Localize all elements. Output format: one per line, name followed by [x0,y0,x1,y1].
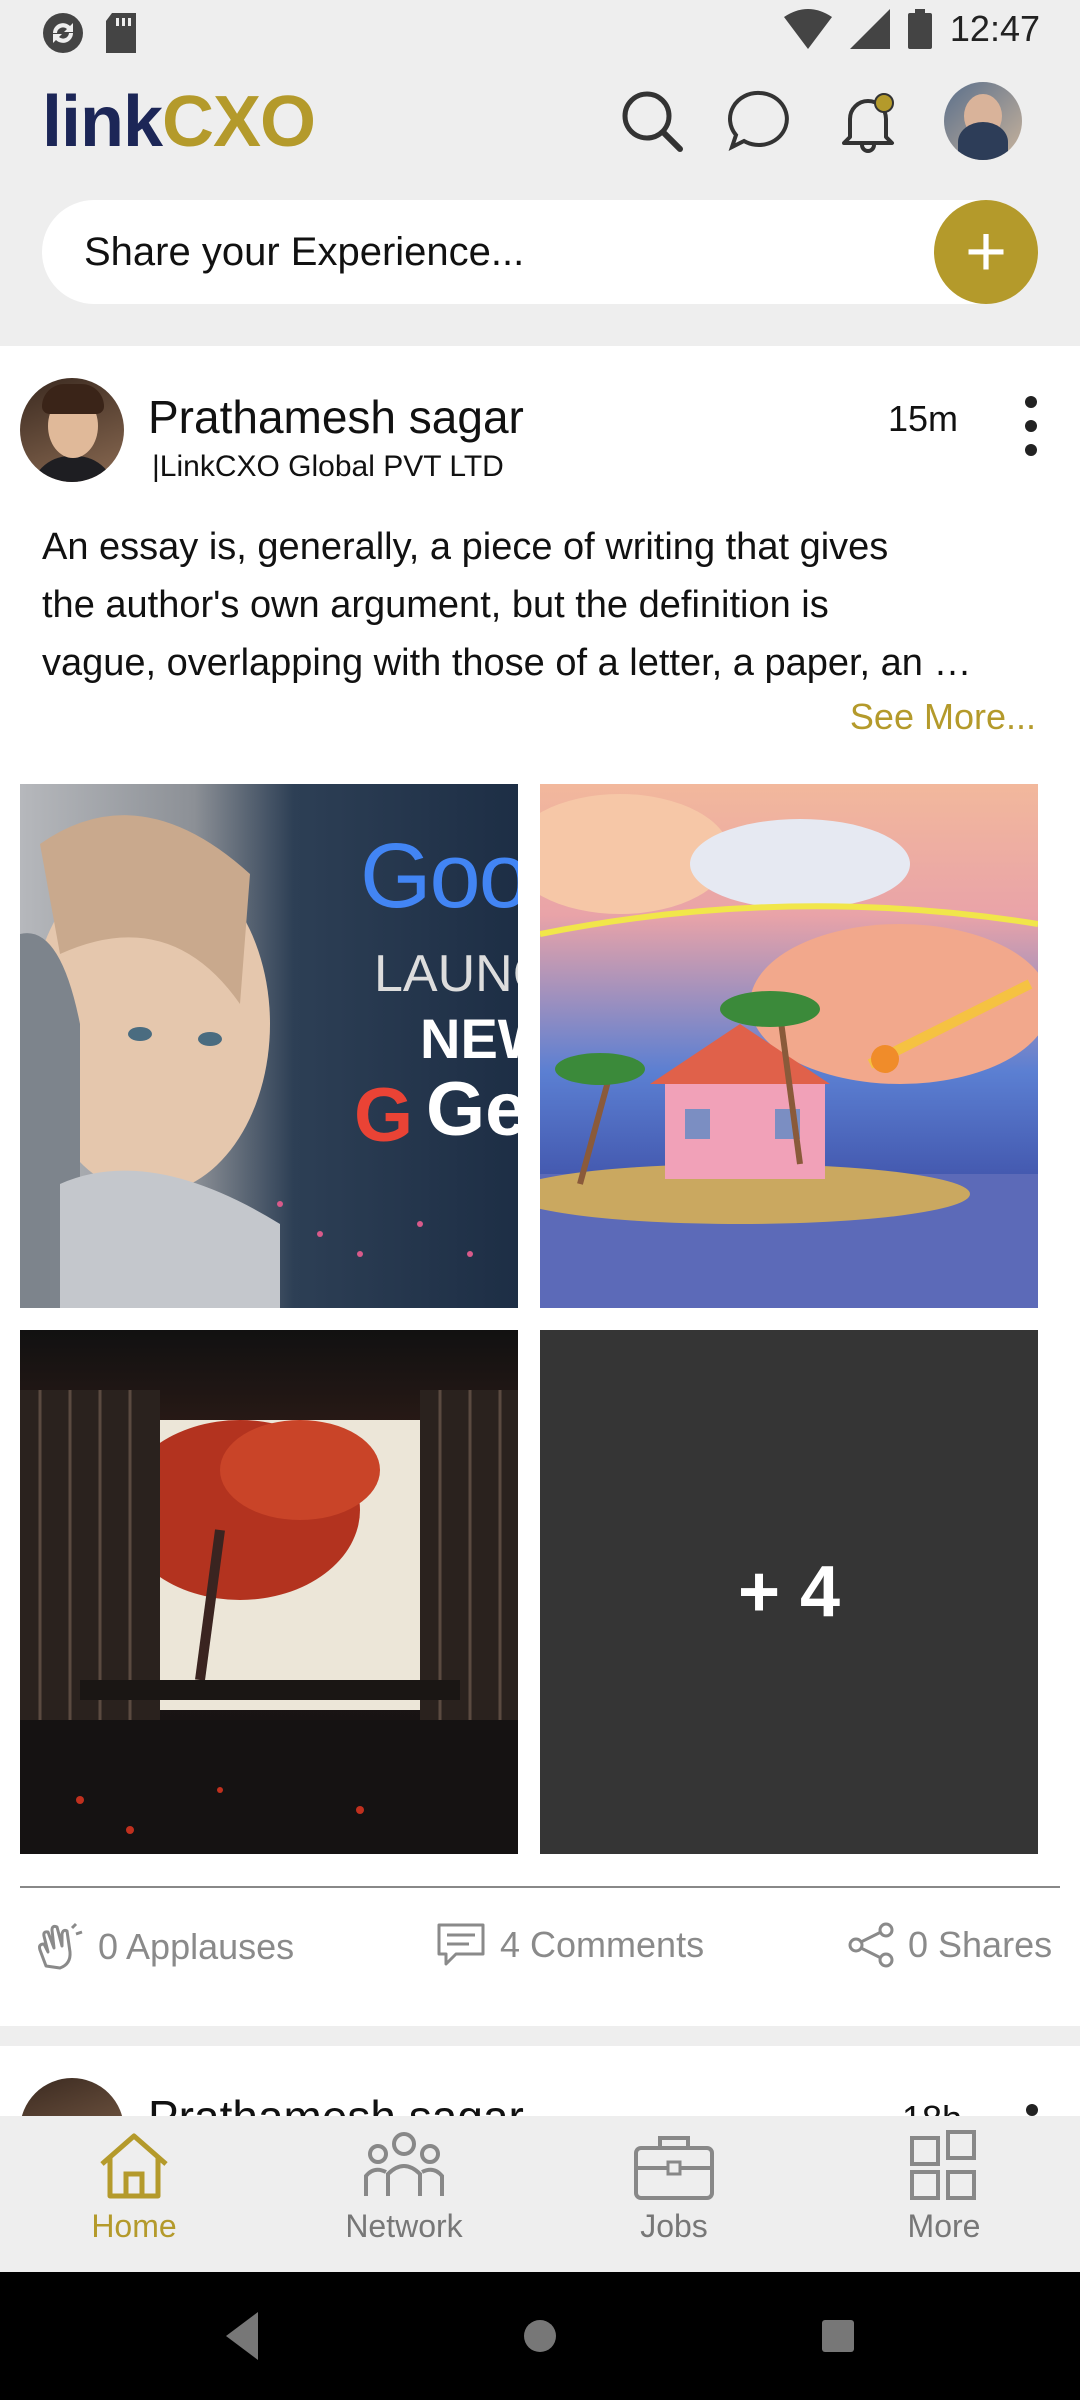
system-navigation-bar [0,2272,1080,2400]
battery-icon [907,9,932,49]
share-experience-input[interactable]: Share your Experience... + [42,200,1038,304]
logo-link-text: link [42,82,163,162]
logo-cxo-text: CXO [162,82,316,162]
briefcase-icon [634,2136,714,2200]
post-body: An essay is, generally, a piece of writi… [42,518,1042,692]
post-image-3[interactable] [20,1330,518,1854]
recents-icon[interactable] [818,2306,858,2366]
home-icon [100,2133,168,2199]
next-post-author[interactable]: Prathamesh sagar [148,2090,524,2116]
sync-icon [43,13,83,53]
share-icon [848,1922,894,1968]
post-image-2[interactable] [540,784,1038,1308]
comments-button[interactable]: 4 Comments [436,1922,704,1968]
status-left [40,10,138,56]
profile-avatar[interactable] [944,82,1022,160]
nav-more-label: More [907,2208,981,2244]
post-body-line: An essay is, generally, a piece of writi… [42,526,889,568]
share-placeholder: Share your Experience... [84,230,525,274]
next-post-card: Prathamesh sagar 18h [0,2046,1080,2116]
header-icons [620,82,1022,160]
image-text-gemini: Ge [426,1067,518,1152]
nav-network[interactable]: Network [304,2130,504,2245]
post-actions: 0 Applauses 4 Comments 0 Shares [0,1906,1080,1986]
post-card: Prathamesh sagar |LinkCXO Global PVT LTD… [0,346,1080,2026]
bottom-navigation: Home Network Jobs More [0,2116,1080,2272]
grid-more-icon [910,2130,976,2200]
next-post-more-icon[interactable] [1026,2104,1038,2116]
app-header: link CXO [0,62,1080,182]
more-images-count: + 4 [737,1552,841,1632]
nav-home-label: Home [91,2208,177,2244]
next-post-avatar[interactable] [20,2078,124,2116]
share-button[interactable]: 0 Shares [848,1922,1052,1968]
status-time: 12:47 [949,8,1040,49]
chat-icon[interactable] [728,89,792,153]
status-right: 12:47 [783,8,1040,50]
post-body-line: the author's own argument, but the defin… [42,584,829,626]
post-timestamp: 15m [888,398,959,439]
post-divider [20,1886,1060,1888]
applause-button[interactable]: 0 Applauses [34,1922,294,1972]
google-g-icon: G [354,1073,414,1158]
post-author-company: |LinkCXO Global PVT LTD [152,450,504,483]
image-text-new: NEW [420,1007,518,1070]
bell-icon[interactable] [836,89,900,153]
image-text-launch: LAUNC [374,945,518,1003]
linkcxo-logo[interactable]: link CXO [42,82,316,162]
post-more-options-icon[interactable] [1014,396,1048,456]
add-post-button[interactable]: + [934,200,1038,304]
see-more-link[interactable]: See More... [850,696,1036,738]
post-author-name[interactable]: Prathamesh sagar [148,390,524,444]
search-icon[interactable] [620,89,684,153]
shares-count: 0 Shares [908,1924,1053,1965]
status-bar: 12:47 [0,0,1080,62]
post-image-1[interactable]: Goo LAUNC NEW Ge G [20,784,518,1308]
post-author-avatar[interactable] [20,378,124,482]
sd-card-icon [106,13,136,53]
network-icon [364,2132,444,2196]
cell-signal-icon [849,9,890,49]
comments-count: 4 Comments [500,1924,705,1965]
nav-home[interactable]: Home [34,2130,234,2245]
nav-jobs-label: Jobs [640,2208,708,2244]
back-icon[interactable] [222,2306,262,2366]
nav-jobs[interactable]: Jobs [574,2130,774,2245]
post-body-line: vague, overlapping with those of a lette… [42,642,972,684]
more-images-tile[interactable]: + 4 [540,1330,1038,1854]
image-text-google: Goo [360,825,518,927]
wifi-icon [783,9,832,49]
home-circle-icon[interactable] [508,2306,572,2366]
nav-network-label: Network [345,2208,463,2244]
applause-count: 0 Applauses [98,1926,295,1967]
comment-icon [437,1923,485,1966]
applause-icon [38,1922,83,1970]
next-post-timestamp: 18h [902,2098,962,2116]
nav-more[interactable]: More [844,2130,1044,2245]
